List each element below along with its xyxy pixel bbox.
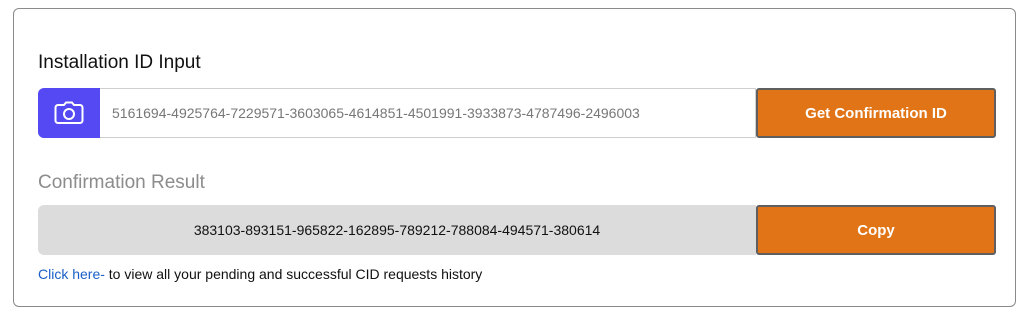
installation-id-input[interactable] xyxy=(100,88,756,138)
confirmation-result-value: 383103-893151-965822-162895-789212-78808… xyxy=(38,205,756,255)
confirmation-result-row: 383103-893151-965822-162895-789212-78808… xyxy=(38,205,996,255)
get-confirmation-id-button[interactable]: Get Confirmation ID xyxy=(756,88,996,138)
confirmation-result-heading: Confirmation Result xyxy=(38,172,205,193)
cid-card: Installation ID Input Get Confirmation I… xyxy=(13,8,1016,307)
copy-button[interactable]: Copy xyxy=(756,205,996,255)
history-link[interactable]: Click here- xyxy=(38,266,105,282)
history-note: Click here- to view all your pending and… xyxy=(38,266,482,282)
camera-icon xyxy=(54,101,84,124)
installation-id-heading: Installation ID Input xyxy=(38,52,201,73)
history-note-text: to view all your pending and successful … xyxy=(104,266,483,282)
installation-id-row: Get Confirmation ID xyxy=(38,88,996,138)
camera-button[interactable] xyxy=(38,88,100,138)
